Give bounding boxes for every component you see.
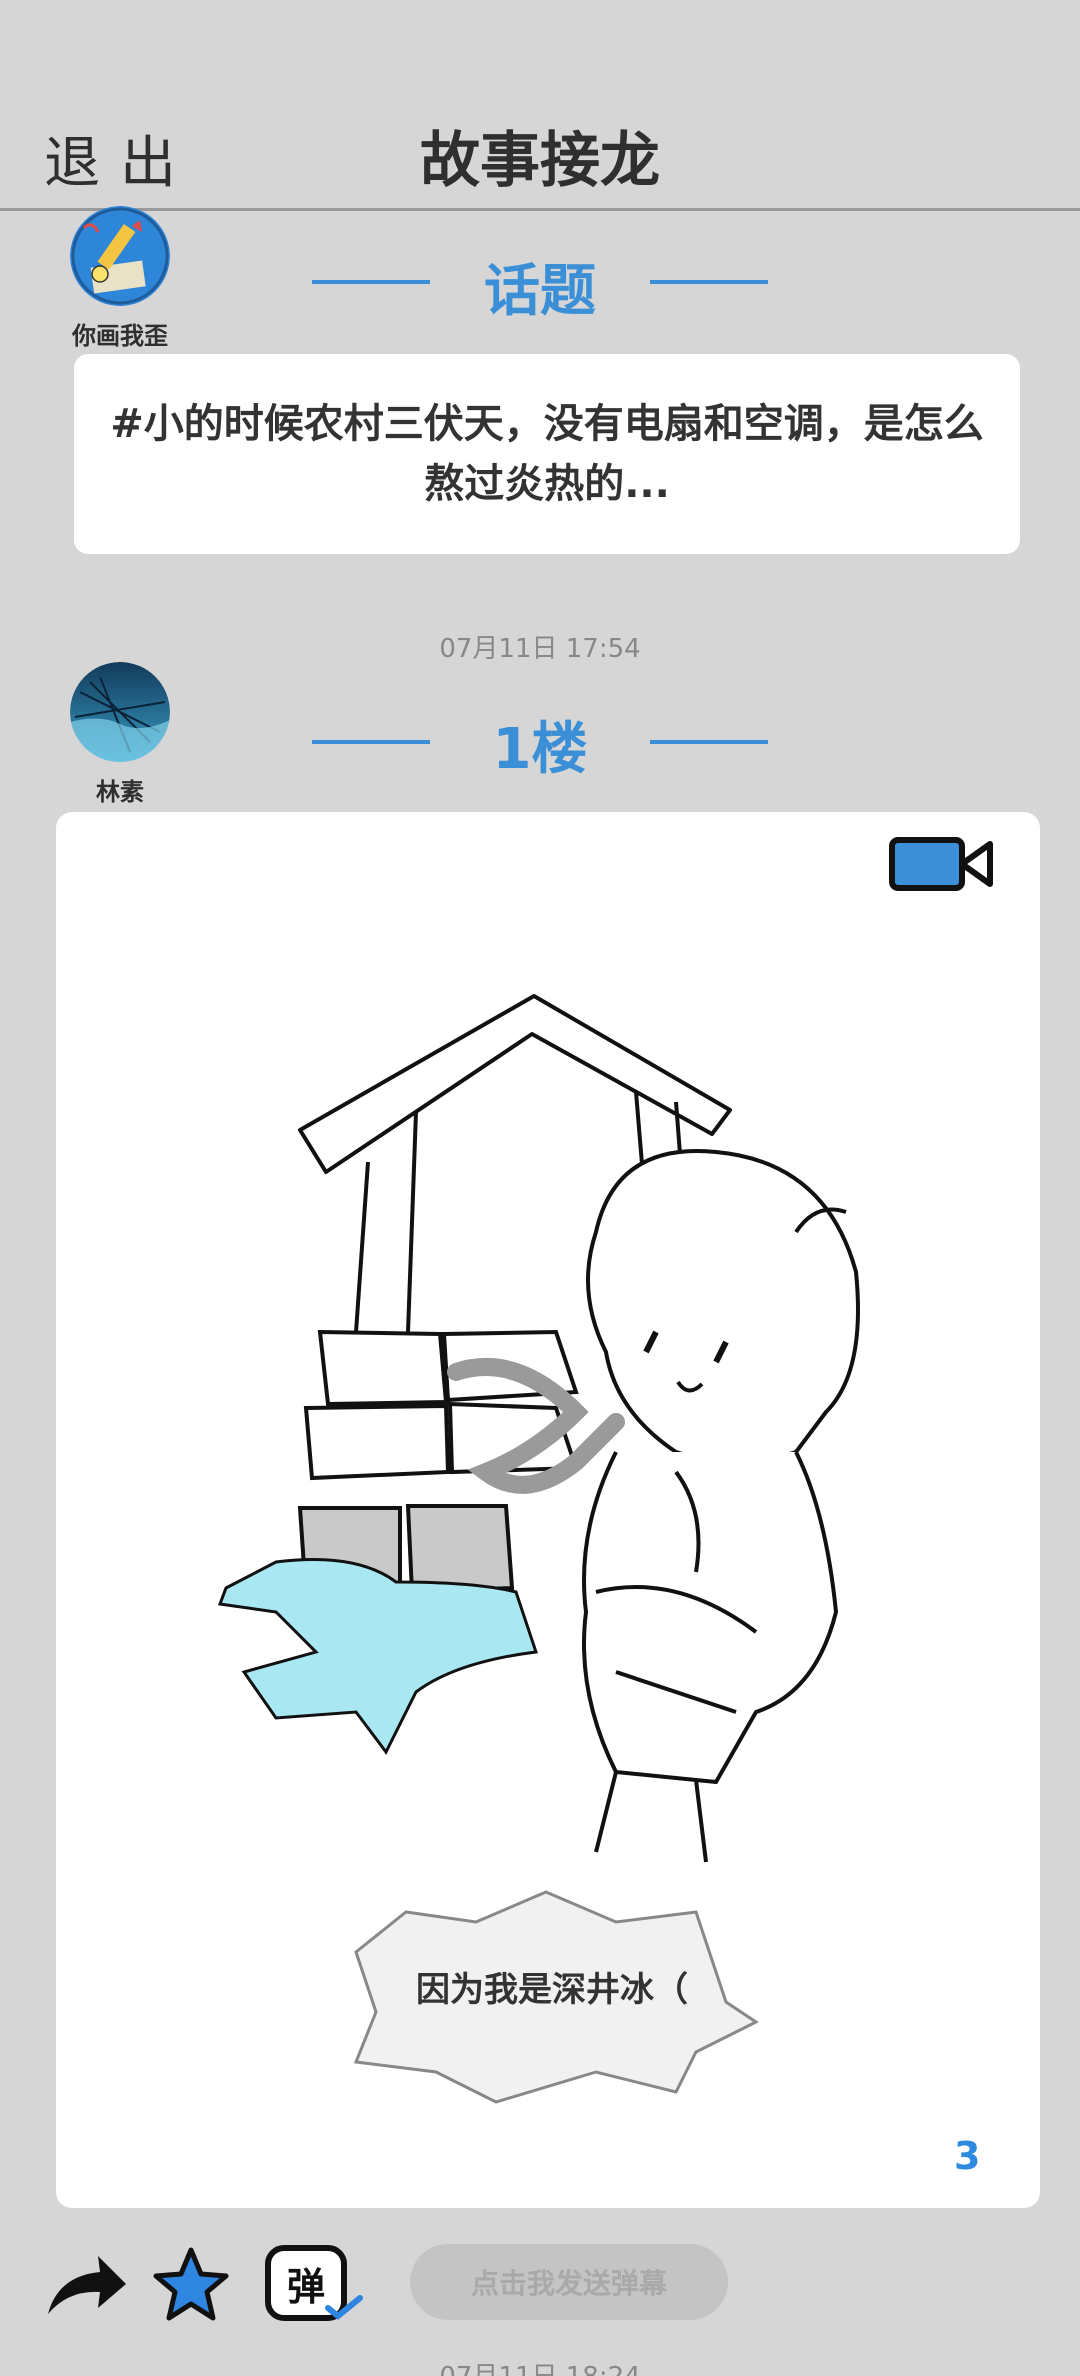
topic-card[interactable]: #小的时候农村三伏天，没有电扇和空调，是怎么熬过炎热的... [74, 354, 1020, 554]
svg-text:弹: 弹 [287, 2265, 325, 2309]
danmu-icon[interactable]: 弹 [262, 2242, 366, 2330]
speech-bubble-text: 因为我是深井冰（ [416, 1970, 688, 2010]
divider-line [650, 280, 768, 284]
topic-section-title: 话题 [484, 259, 596, 324]
page-count-badge: 3 [954, 2134, 981, 2178]
send-danmu-button[interactable]: 点击我发送弹幕 [410, 2244, 728, 2320]
topic-text: #小的时候农村三伏天，没有电扇和空调，是怎么熬过炎热的... [110, 401, 984, 507]
page-title: 故事接龙 [420, 126, 660, 196]
video-camera-icon[interactable] [888, 834, 998, 894]
bottom-toolbar: 弹 点击我发送弹幕 [0, 2236, 1080, 2356]
next-post-timestamp: 07月11日 18:24 [0, 2356, 1080, 2376]
post-timestamp: 07月11日 17:54 [439, 634, 641, 664]
star-icon[interactable] [152, 2246, 230, 2322]
floor1-section-title: 1楼 [492, 717, 588, 782]
share-icon[interactable] [44, 2250, 130, 2320]
header-bar: 退出 故事接龙 [0, 0, 1080, 211]
divider-line [650, 740, 768, 744]
floor1-drawing-card[interactable]: 因为我是深井冰（ 3 [56, 812, 1040, 2208]
